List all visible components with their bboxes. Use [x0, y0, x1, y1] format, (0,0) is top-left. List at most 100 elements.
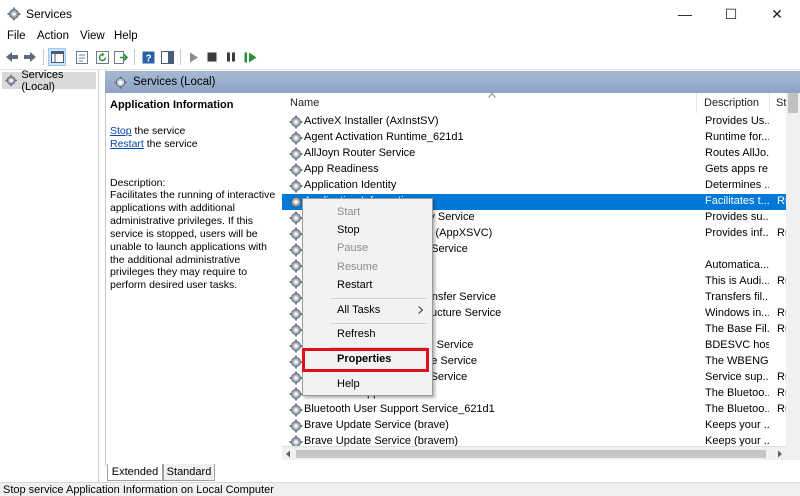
back-arrow-icon[interactable]	[3, 48, 21, 66]
service-description: Windows in...	[705, 307, 769, 319]
service-description: Facilitates t...	[705, 195, 769, 207]
menu-action[interactable]: Action	[37, 30, 69, 42]
service-row[interactable]: Application Identity Determines ...	[282, 178, 800, 194]
start-service-icon[interactable]	[185, 48, 203, 66]
svg-text:?: ?	[145, 53, 151, 64]
menu-item-start[interactable]: Start	[303, 202, 432, 222]
service-gear-icon	[289, 371, 303, 385]
service-description: BDESVC hos...	[705, 339, 769, 351]
minimize-button[interactable]: —	[662, 0, 708, 28]
restart-service-icon[interactable]	[241, 48, 259, 66]
service-name: Agent Activation Runtime_621d1	[304, 131, 464, 143]
console-tree-icon[interactable]	[48, 48, 66, 66]
service-gear-icon	[289, 355, 303, 369]
tree-node-services-local[interactable]: Services (Local)	[2, 69, 96, 93]
service-gear-icon	[289, 275, 303, 289]
menu-item-stop[interactable]: Stop	[303, 220, 432, 240]
service-gear-icon	[289, 211, 303, 225]
refresh-icon[interactable]	[93, 48, 111, 66]
menu-item-resume[interactable]: Resume	[303, 257, 432, 277]
service-gear-icon	[289, 291, 303, 305]
service-description: Provides inf...	[705, 227, 769, 239]
toolbar: ?	[0, 46, 800, 70]
tab-standard[interactable]: Standard	[163, 464, 215, 481]
service-description: Routes AllJo...	[705, 147, 769, 159]
menu-item-pause[interactable]: Pause	[303, 238, 432, 258]
close-button[interactable]: ✕	[754, 0, 800, 28]
service-row[interactable]: ActiveX Installer (AxInstSV) Provides Us.…	[282, 114, 800, 130]
service-gear-icon	[289, 323, 303, 337]
service-description: Transfers fil...	[705, 291, 769, 303]
service-name: App Readiness	[304, 163, 379, 175]
service-description: The Bluetoo...	[705, 387, 769, 399]
service-name: Brave Update Service (brave)	[304, 419, 449, 431]
vertical-scrollbar[interactable]	[786, 93, 800, 460]
menu-item-help[interactable]: Help	[303, 374, 432, 394]
view-tabs: Extended Standard	[105, 464, 800, 482]
service-gear-icon	[289, 387, 303, 401]
properties-sheet-icon[interactable]	[73, 48, 91, 66]
service-row[interactable]: Bluetooth User Support Service_621d1 The …	[282, 402, 800, 418]
service-gear-icon	[289, 419, 303, 433]
status-text: Stop service Application Information on …	[3, 484, 274, 496]
service-description: Service sup...	[705, 371, 769, 383]
stop-suffix: the service	[131, 125, 186, 137]
window-title: Services	[26, 7, 73, 21]
service-row[interactable]: Brave Update Service (brave) Keeps your .…	[282, 418, 800, 434]
restart-line: Restart the service	[110, 138, 198, 150]
service-description: Keeps your ...	[705, 419, 769, 431]
sort-arrow-icon	[488, 93, 496, 98]
service-description: Gets apps re...	[705, 163, 769, 175]
service-gear-icon	[289, 131, 303, 145]
stop-service-link[interactable]: Stop	[110, 125, 132, 137]
vertical-scroll-thumb[interactable]	[788, 93, 798, 113]
service-row[interactable]: App Readiness Gets apps re...	[282, 162, 800, 178]
tree-node-label: Services (Local)	[21, 68, 64, 93]
menu-item-restart[interactable]: Restart	[303, 275, 432, 295]
pause-service-icon[interactable]	[222, 48, 240, 66]
service-gear-icon	[289, 259, 303, 273]
horizontal-scroll-thumb[interactable]	[296, 450, 766, 458]
service-row[interactable]: AllJoyn Router Service Routes AllJo...	[282, 146, 800, 162]
horizontal-scrollbar[interactable]	[282, 446, 786, 460]
menu-file[interactable]: File	[7, 30, 26, 42]
service-description: The Bluetoo...	[705, 403, 769, 415]
service-description: Runtime for...	[705, 131, 769, 143]
details-header-title: Services (Local)	[133, 76, 216, 88]
menu-help[interactable]: Help	[114, 30, 138, 42]
service-description: Automatica...	[705, 259, 769, 271]
service-gear-icon	[289, 339, 303, 353]
service-name: AllJoyn Router Service	[304, 147, 416, 159]
export-list-icon[interactable]	[112, 48, 130, 66]
help-icon[interactable]: ?	[139, 48, 157, 66]
service-description: This is Audi...	[705, 275, 769, 287]
services-gear-icon	[114, 75, 127, 89]
restart-service-link[interactable]: Restart	[110, 138, 144, 150]
stop-service-icon[interactable]	[203, 48, 221, 66]
menu-item-refresh[interactable]: Refresh	[303, 324, 432, 344]
maximize-button[interactable]: ☐	[708, 0, 754, 28]
service-gear-icon	[289, 195, 303, 209]
menu-view[interactable]: View	[80, 30, 105, 42]
menu-item-all-tasks[interactable]: All Tasks	[303, 300, 432, 320]
forward-arrow-icon[interactable]	[21, 48, 39, 66]
status-bar: Stop service Application Information on …	[0, 482, 800, 496]
service-description: The WBENG...	[705, 355, 769, 367]
service-gear-icon	[289, 147, 303, 161]
description-label: Description:	[110, 177, 166, 189]
column-header-description[interactable]: Description	[704, 93, 764, 113]
tab-extended[interactable]: Extended	[107, 464, 163, 481]
service-description: The Base Fil...	[705, 323, 769, 335]
service-description-panel: Application Information Stop the service…	[106, 93, 281, 463]
show-hide-action-pane-icon[interactable]	[158, 48, 176, 66]
scroll-left-icon[interactable]	[285, 450, 291, 458]
service-description: Determines ...	[705, 179, 769, 191]
service-gear-icon	[289, 227, 303, 241]
service-description: Provides Us...	[705, 115, 769, 127]
scroll-right-icon[interactable]	[777, 450, 783, 458]
services-gear-icon	[7, 7, 21, 21]
service-name-heading: Application Information	[110, 99, 234, 111]
service-row[interactable]: Agent Activation Runtime_621d1 Runtime fo…	[282, 130, 800, 146]
service-description: Provides su...	[705, 211, 769, 223]
service-name: Bluetooth User Support Service_621d1	[304, 403, 495, 415]
